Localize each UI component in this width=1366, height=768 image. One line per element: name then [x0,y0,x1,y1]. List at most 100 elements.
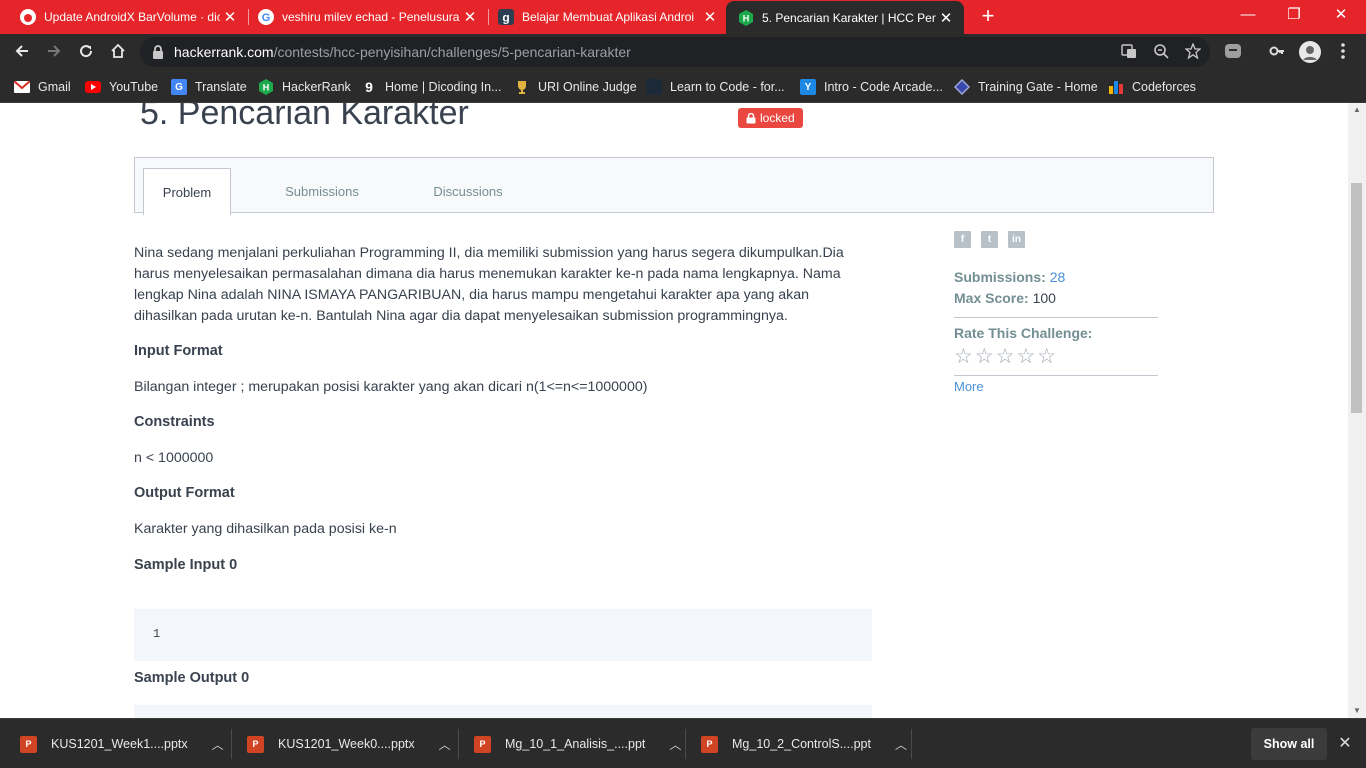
twitter-icon[interactable]: t [981,231,998,248]
browser-tab-active[interactable]: H 5. Pencarian Karakter | HCC Penyi ✕ [726,1,964,34]
chevron-up-icon[interactable]: ︿ [669,736,681,753]
scroll-thumb[interactable] [1351,183,1362,413]
facebook-icon[interactable]: f [954,231,971,248]
tab-title: Belajar Membuat Aplikasi Androi [522,10,695,24]
rate-label: Rate This Challenge: [954,325,1093,341]
svg-text:g: g [502,11,509,25]
bookmark-label: YouTube [109,80,159,94]
download-item[interactable]: P KUS1201_Week1....pptx ︿ [20,727,224,761]
scroll-down-arrow-icon[interactable]: ▼ [1348,704,1366,718]
home-icon[interactable] [105,40,131,66]
bookmark-label: URI Online Judge [538,80,637,94]
constraints-text: n < 1000000 [134,450,214,466]
bookmark-youtube[interactable]: YouTube [85,77,158,97]
download-item[interactable]: P KUS1201_Week0....pptx ︿ [247,727,451,761]
scroll-up-arrow-icon[interactable]: ▲ [1348,103,1366,117]
github-icon [20,9,36,25]
powerpoint-icon: P [247,735,264,753]
bookmark-label: Codeforces [1132,80,1196,94]
dicoding-icon: 9 [365,79,373,95]
output-format-heading: Output Format [134,485,235,501]
avatar[interactable] [1298,40,1321,63]
browser-toolbar: hackerrank.com/contests/hcc-penyisihan/c… [0,34,1366,71]
max-score-label: Max Score: [954,290,1029,306]
powerpoint-icon: P [474,735,491,753]
input-format-text: Bilangan integer ; merupakan posisi kara… [134,379,648,395]
download-item[interactable]: P Mg_10_1_Analisis_....ppt ︿ [474,727,681,761]
translate-icon: G [171,79,187,95]
download-item[interactable]: P Mg_10_2_ControlS....ppt ︿ [701,727,907,761]
submissions-stat: Submissions: 28 [954,269,1065,285]
vertical-scrollbar[interactable]: ▲ ▼ [1348,103,1366,718]
tab-close-icon[interactable]: ✕ [936,9,956,27]
minimize-button[interactable]: — [1225,0,1271,32]
bookmark-label: Home | Dicoding In... [385,80,502,94]
constraints-heading: Constraints [134,414,215,430]
divider [231,729,232,759]
bookmark-dicoding[interactable]: 9 Home | Dicoding In... [361,77,502,97]
status-badge-label: locked [760,111,795,125]
forward-arrow-icon[interactable] [41,40,67,66]
tab-close-icon[interactable]: ✕ [700,8,720,26]
show-all-button[interactable]: Show all [1251,728,1327,760]
download-shelf: P KUS1201_Week1....pptx ︿ P KUS1201_Week… [0,718,1366,768]
tab-problem[interactable]: Problem [143,168,231,215]
bookmark-freecodecamp[interactable]: Learn to Code - for... [646,77,785,97]
tab-title: veshiru milev echad - Penelusura [282,10,460,24]
rating-stars[interactable]: ☆☆☆☆☆ [954,344,1058,369]
svg-text:H: H [743,13,750,23]
bookmark-hackerrank[interactable]: H HackerRank [258,77,351,97]
reload-icon[interactable] [73,40,99,66]
browser-tab[interactable]: g Belajar Membuat Aplikasi Androi ✕ [478,0,728,34]
max-score-stat: Max Score: 100 [954,290,1056,306]
sample-output-box[interactable] [134,705,872,718]
chevron-up-icon[interactable]: ︿ [895,736,907,753]
gmail-icon [14,79,30,95]
extension-icon[interactable] [1222,42,1244,64]
bookmark-label: Translate [195,80,247,94]
tab-title: Update AndroidX BarVolume · dic [44,10,220,24]
address-bar[interactable]: hackerrank.com/contests/hcc-penyisihan/c… [140,37,1210,67]
bookmark-label: HackerRank [282,80,351,94]
new-tab-button[interactable]: + [976,3,1000,29]
url-text: hackerrank.com/contests/hcc-penyisihan/c… [174,44,631,60]
tab-close-icon[interactable]: ✕ [220,8,240,26]
linkedin-icon[interactable]: in [1008,231,1025,248]
restore-button[interactable]: ❐ [1271,0,1317,32]
lock-icon [746,112,756,123]
zoom-icon[interactable] [1152,43,1170,61]
svg-text:H: H [263,83,270,93]
translate-page-icon[interactable] [1120,43,1138,61]
menu-dots-icon[interactable] [1332,42,1354,64]
divider [458,729,459,759]
window-close-button[interactable]: ✕ [1318,0,1364,32]
close-icon[interactable]: ✕ [1334,733,1356,755]
tab-title: 5. Pencarian Karakter | HCC Penyi [762,10,936,25]
url-host: hackerrank.com [174,44,274,60]
submissions-count-link[interactable]: 28 [1050,269,1066,285]
tab-discussions[interactable]: Discussions [415,168,521,214]
bookmark-codesignal[interactable]: Y Intro - Code Arcade... [800,77,943,97]
tab-close-icon[interactable]: ✕ [460,8,480,26]
bookmark-gmail[interactable]: Gmail [14,77,71,97]
max-score-value: 100 [1032,290,1056,306]
browser-tab[interactable]: G veshiru milev echad - Penelusura ✕ [238,0,488,34]
key-icon[interactable] [1266,42,1288,64]
bookmark-training-gate[interactable]: Training Gate - Home [954,77,1098,97]
bookmark-uri[interactable]: URI Online Judge [514,77,637,97]
chevron-up-icon[interactable]: ︿ [439,736,451,753]
sample-input-value: 1 [153,627,161,641]
bookmark-star-icon[interactable] [1184,42,1202,61]
svg-text:G: G [262,12,271,24]
browser-tab[interactable]: Update AndroidX BarVolume · dic ✕ [0,0,248,34]
bookmark-codeforces[interactable]: Codeforces [1108,77,1196,97]
sample-input-box[interactable]: 1 [134,609,872,661]
freecodecamp-icon [646,79,662,95]
divider [911,729,912,759]
chevron-up-icon[interactable]: ︿ [212,736,224,753]
training-gate-icon [954,79,970,95]
more-link[interactable]: More [954,379,984,394]
bookmark-translate[interactable]: G Translate [171,77,247,97]
tab-submissions[interactable]: Submissions [267,168,377,214]
back-arrow-icon[interactable] [9,40,35,66]
